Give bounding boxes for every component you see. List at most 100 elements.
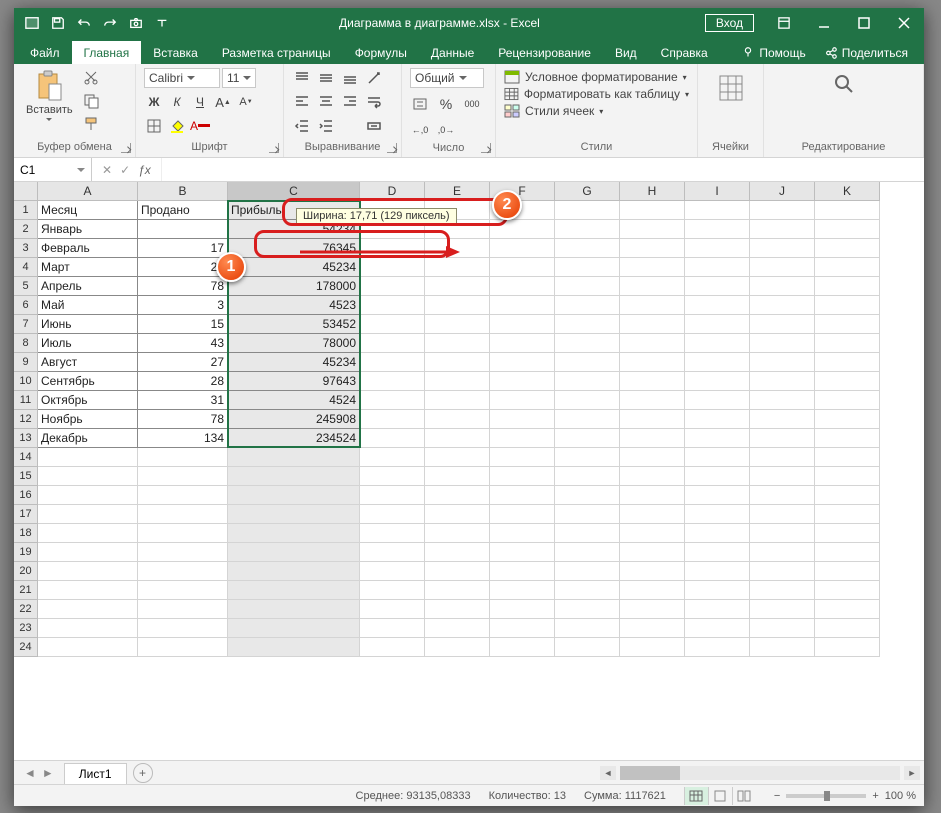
col-header-C[interactable]: C	[228, 182, 360, 201]
cell[interactable]: Март	[38, 258, 138, 277]
cell[interactable]	[360, 524, 425, 543]
cell[interactable]	[620, 353, 685, 372]
cell[interactable]	[685, 638, 750, 657]
cell[interactable]	[685, 505, 750, 524]
row-header-5[interactable]: 5	[14, 277, 38, 296]
cell[interactable]	[425, 581, 490, 600]
cell[interactable]	[228, 543, 360, 562]
cell[interactable]: 45234	[228, 353, 360, 372]
underline-button[interactable]: Ч	[190, 92, 210, 112]
cell[interactable]: 78	[138, 277, 228, 296]
cell[interactable]	[228, 486, 360, 505]
cell[interactable]	[360, 486, 425, 505]
cell[interactable]	[425, 334, 490, 353]
cell[interactable]	[138, 619, 228, 638]
wrap-text-button[interactable]	[364, 92, 384, 112]
cell[interactable]	[620, 562, 685, 581]
cell[interactable]	[555, 467, 620, 486]
cell[interactable]	[360, 410, 425, 429]
cell[interactable]	[750, 638, 815, 657]
cell[interactable]	[620, 581, 685, 600]
cell[interactable]: Август	[38, 353, 138, 372]
bold-button[interactable]: Ж	[144, 92, 164, 112]
cell[interactable]	[685, 353, 750, 372]
cell[interactable]: 15	[138, 315, 228, 334]
cell[interactable]	[360, 353, 425, 372]
cell[interactable]	[555, 600, 620, 619]
fx-button[interactable]: ƒx	[138, 163, 151, 177]
cell[interactable]	[490, 296, 555, 315]
italic-button[interactable]: К	[167, 92, 187, 112]
save-button[interactable]	[46, 11, 70, 35]
cell[interactable]	[555, 486, 620, 505]
cell[interactable]	[750, 258, 815, 277]
cell[interactable]	[620, 524, 685, 543]
find-icon[interactable]	[832, 68, 856, 108]
cell[interactable]	[425, 239, 490, 258]
accounting-button[interactable]	[410, 94, 430, 114]
worksheet-area[interactable]: ABCDEFGHIJK1МесяцПроданоПрибыль2Январь54…	[14, 182, 924, 760]
cell[interactable]	[620, 296, 685, 315]
cell[interactable]	[425, 410, 490, 429]
cell[interactable]	[620, 543, 685, 562]
cell[interactable]	[490, 448, 555, 467]
cell[interactable]	[620, 505, 685, 524]
clipboard-dialog-launcher[interactable]	[121, 143, 131, 153]
cell[interactable]	[360, 581, 425, 600]
cell[interactable]	[555, 543, 620, 562]
cell[interactable]	[360, 448, 425, 467]
row-header-8[interactable]: 8	[14, 334, 38, 353]
cell[interactable]	[138, 505, 228, 524]
cell[interactable]	[620, 410, 685, 429]
cell[interactable]	[490, 391, 555, 410]
cell[interactable]	[38, 486, 138, 505]
cell[interactable]	[425, 638, 490, 657]
align-middle-button[interactable]	[316, 68, 336, 88]
cell[interactable]	[360, 277, 425, 296]
cell[interactable]	[685, 486, 750, 505]
cell[interactable]	[620, 429, 685, 448]
cell[interactable]	[685, 581, 750, 600]
cell[interactable]	[425, 505, 490, 524]
cell[interactable]	[490, 277, 555, 296]
cell[interactable]: 28	[138, 372, 228, 391]
cell[interactable]	[750, 372, 815, 391]
row-header-23[interactable]: 23	[14, 619, 38, 638]
col-header-A[interactable]: A	[38, 182, 138, 201]
cell[interactable]: Продано	[138, 201, 228, 220]
tab-help[interactable]: Справка	[649, 41, 720, 64]
cell[interactable]	[815, 258, 880, 277]
col-header-H[interactable]: H	[620, 182, 685, 201]
cell[interactable]	[360, 619, 425, 638]
cell[interactable]	[815, 467, 880, 486]
sheet-nav-prev[interactable]: ◄	[24, 766, 36, 780]
share-button[interactable]: Поделиться	[816, 42, 916, 64]
cell[interactable]	[555, 277, 620, 296]
cell[interactable]	[360, 334, 425, 353]
cell[interactable]: Декабрь	[38, 429, 138, 448]
font-name-combo[interactable]: Calibri	[144, 68, 220, 88]
cell[interactable]	[425, 277, 490, 296]
format-painter-button[interactable]	[83, 116, 101, 135]
comma-button[interactable]: 000	[462, 94, 482, 114]
increase-decimal-button[interactable]: ←,0	[410, 120, 430, 140]
cell[interactable]: 31	[138, 391, 228, 410]
cut-button[interactable]	[83, 70, 101, 89]
cell[interactable]	[490, 258, 555, 277]
cell[interactable]	[620, 334, 685, 353]
cell[interactable]	[620, 315, 685, 334]
cell[interactable]	[490, 581, 555, 600]
cell[interactable]	[38, 562, 138, 581]
orientation-button[interactable]	[364, 68, 384, 88]
close-button[interactable]	[884, 8, 924, 38]
cell[interactable]: Май	[38, 296, 138, 315]
hscroll-left[interactable]: ◄	[600, 766, 616, 780]
cell[interactable]	[750, 581, 815, 600]
page-break-button[interactable]	[732, 787, 756, 805]
cell[interactable]	[815, 220, 880, 239]
align-right-button[interactable]	[340, 92, 360, 112]
grow-font-button[interactable]: A▲	[213, 92, 233, 112]
cell[interactable]	[685, 467, 750, 486]
cell[interactable]: Январь	[38, 220, 138, 239]
cell[interactable]	[685, 600, 750, 619]
